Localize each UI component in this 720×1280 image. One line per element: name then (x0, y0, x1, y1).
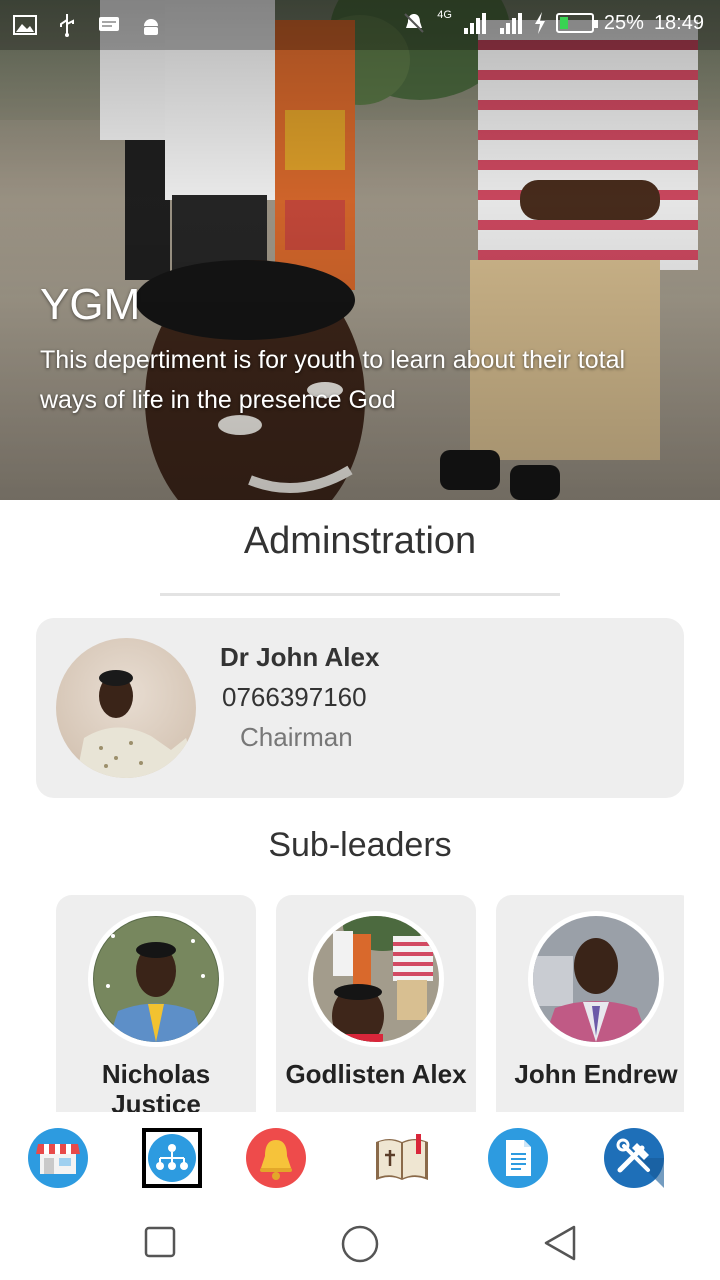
administration-heading: Adminstration (243, 520, 477, 562)
store-icon[interactable] (28, 1128, 88, 1188)
battery-percent: 25% (603, 11, 644, 34)
android-icon (144, 19, 158, 35)
chairman-role: Chairman (240, 722, 353, 752)
org-chart-icon[interactable] (142, 1128, 202, 1188)
network-type: 4G (437, 9, 452, 21)
department-title: YGM (40, 280, 141, 329)
battery-icon (555, 13, 598, 33)
hero-banner: 4G 25% 18:49 YGM This depertiment is for… (0, 0, 720, 500)
signal-icon (463, 13, 486, 34)
sub-leader-name: Godlisten Alex (285, 1059, 467, 1089)
recent-apps-icon[interactable] (144, 1226, 176, 1258)
signal-2-icon (499, 13, 522, 34)
sub-leader-card[interactable]: Nicholas Justice (56, 895, 256, 1112)
chairman-avatar (56, 638, 196, 778)
message-icon (99, 17, 119, 31)
back-icon[interactable] (542, 1224, 578, 1262)
sub-leader-avatar (528, 911, 664, 1047)
charging-icon (534, 12, 545, 34)
system-navigation-bar (0, 1204, 720, 1280)
divider (160, 593, 560, 596)
document-icon[interactable] (488, 1128, 548, 1188)
bottom-navigation (0, 1112, 720, 1204)
bible-icon[interactable] (372, 1128, 432, 1188)
chairman-name: Dr John Alex (220, 642, 380, 672)
clock: 18:49 (653, 11, 704, 34)
bell-icon[interactable] (246, 1128, 306, 1188)
sub-leaders-heading: Sub-leaders (268, 826, 452, 864)
sub-leader-avatar (308, 911, 444, 1047)
gallery-icon (13, 15, 37, 35)
sub-leader-name: Nicholas Justice (101, 1059, 211, 1112)
sub-leader-avatar (88, 911, 224, 1047)
sub-leader-card[interactable]: John Endrew (496, 895, 684, 1112)
status-bar: 4G 25% 18:49 (0, 0, 720, 50)
sub-leaders-carousel[interactable]: Nicholas Justice Godlisten Alex John End… (0, 895, 684, 1112)
notification-muted-icon (404, 13, 424, 33)
chairman-phone[interactable]: 0766397160 (222, 682, 367, 713)
sub-leader-name: John Endrew (514, 1059, 678, 1089)
sub-leader-card[interactable]: Godlisten Alex (276, 895, 476, 1112)
tools-icon[interactable] (604, 1128, 664, 1188)
home-icon[interactable] (340, 1224, 380, 1264)
department-description: This depertiment is for youth to learn a… (40, 346, 626, 414)
chairman-card[interactable]: Dr John Alex 0766397160 Chairman (36, 618, 684, 798)
usb-icon (60, 14, 74, 37)
